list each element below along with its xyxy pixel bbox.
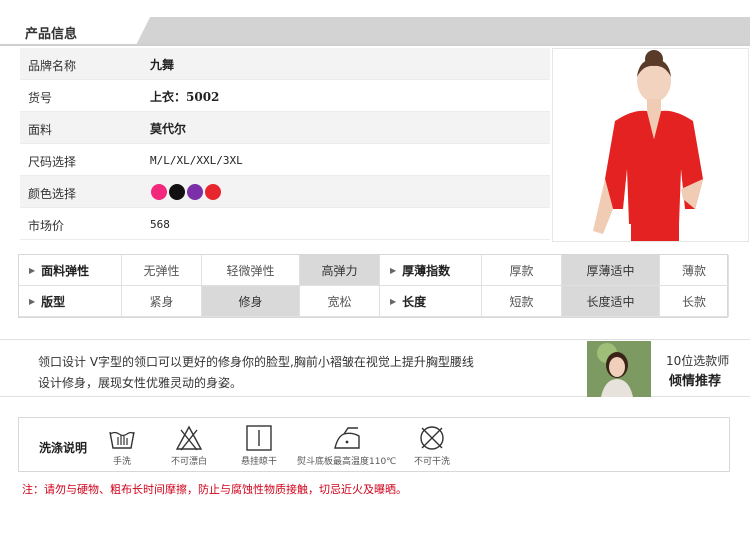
- attr-option-selected: 高弹力: [300, 255, 380, 286]
- care-text: 手洗: [112, 457, 131, 467]
- info-label: 尺码选择: [28, 155, 77, 169]
- stylist-recommend: 倾情推荐: [669, 374, 722, 389]
- stylist-photo: [587, 341, 651, 397]
- triangle-icon: ▶: [390, 265, 397, 275]
- info-label: 市场价: [28, 219, 65, 233]
- header-bar: [136, 17, 750, 45]
- care-warning: 注：请勿与硬物、粗布长时间摩擦，防止与腐蚀性物质接触，切忌近火及曝晒。: [22, 483, 407, 496]
- attr-head-label: 版型: [41, 294, 66, 309]
- care-instructions: 洗涤说明 手洗 不可漂白 悬挂晾干 熨斗底板最高温度110℃ 不可干洗: [18, 417, 730, 472]
- care-text: 不可漂白: [171, 457, 208, 467]
- stylist-count: 10位选款师: [666, 354, 730, 368]
- attr-option: 轻微弹性: [202, 255, 300, 286]
- color-swatch-red[interactable]: [205, 184, 221, 200]
- info-value: 莫代尔: [150, 122, 187, 136]
- no-bleach-icon: [175, 425, 203, 451]
- care-item-hang-dry: 悬挂晾干: [241, 424, 277, 467]
- attr-option-selected: 长度适中: [562, 286, 660, 317]
- info-value: 568: [150, 218, 170, 231]
- description-text: 领口设计 V字型的领口可以更好的修身你的脸型,胸前小褶皱在视觉上提升胸型腰线 设…: [38, 352, 508, 394]
- stylist-illustration: [587, 341, 651, 397]
- info-label: 品牌名称: [28, 59, 77, 73]
- care-text: 熨斗底板最高温度110℃: [297, 457, 397, 467]
- product-info-table: 品牌名称 九舞 货号 上衣：5002 面料 莫代尔 尺码选择 M/L/XL/XX…: [20, 48, 550, 240]
- model-illustration: [593, 50, 703, 241]
- attr-head-fit: ▶ 版型: [19, 286, 122, 317]
- info-row-size: 尺码选择 M/L/XL/XXL/3XL: [20, 144, 550, 176]
- info-value: M/L/XL/XXL/3XL: [150, 154, 243, 167]
- section-title: 产品信息: [25, 27, 78, 42]
- attr-option: 紧身: [122, 286, 202, 317]
- description-line: 领口设计 V字型的领口可以更好的修身你的脸型,胸前小褶皱在视觉上提升胸型腰线: [38, 355, 474, 369]
- care-item-hand-wash: 手洗: [107, 424, 137, 467]
- iron-icon: [333, 427, 360, 449]
- product-photo: [552, 48, 749, 242]
- info-label: 面料: [28, 123, 53, 137]
- no-dry-clean-icon: [420, 426, 444, 450]
- care-item-no-bleach: 不可漂白: [171, 424, 207, 467]
- care-label: 洗涤说明: [39, 441, 88, 455]
- hand-wash-icon: [109, 431, 135, 449]
- hang-dry-icon: [246, 425, 272, 451]
- info-value: 上衣：5002: [150, 90, 220, 104]
- color-swatch-rose[interactable]: [151, 184, 167, 200]
- color-swatches: [151, 184, 221, 200]
- info-row-fabric: 面料 莫代尔: [20, 112, 550, 144]
- attr-option: 短款: [482, 286, 562, 317]
- info-label: 颜色选择: [28, 187, 77, 201]
- care-text: 悬挂晾干: [241, 457, 278, 467]
- attr-option-selected: 修身: [202, 286, 300, 317]
- triangle-icon: ▶: [390, 296, 397, 306]
- attr-head-length: ▶ 长度: [380, 286, 482, 317]
- info-row-color: 颜色选择: [20, 176, 550, 208]
- care-item-no-dry-clean: 不可干洗: [414, 424, 450, 467]
- color-swatch-black[interactable]: [169, 184, 185, 200]
- attr-option: 薄款: [660, 255, 729, 286]
- section-header: 产品信息: [0, 17, 750, 46]
- triangle-icon: ▶: [29, 296, 36, 306]
- triangle-icon: ▶: [29, 265, 36, 275]
- attr-option: 厚款: [482, 255, 562, 286]
- care-item-iron: 熨斗底板最高温度110℃: [297, 424, 396, 467]
- attr-option: 长款: [660, 286, 729, 317]
- attr-option: 宽松: [300, 286, 380, 317]
- description-line: 设计修身，展现女性优雅灵动的身姿。: [38, 376, 243, 390]
- care-text: 不可干洗: [414, 457, 451, 467]
- info-row-brand: 品牌名称 九舞: [20, 48, 550, 80]
- design-description: 领口设计 V字型的领口可以更好的修身你的脸型,胸前小褶皱在视觉上提升胸型腰线 设…: [0, 339, 750, 397]
- color-swatch-purple[interactable]: [187, 184, 203, 200]
- attr-head-label: 长度: [402, 294, 427, 309]
- attr-option: 无弹性: [122, 255, 202, 286]
- attr-head-label: 面料弹性: [41, 263, 90, 278]
- attr-head-label: 厚薄指数: [402, 263, 451, 278]
- info-row-price: 市场价 568: [20, 208, 550, 240]
- attr-head-thickness: ▶ 厚薄指数: [380, 255, 482, 286]
- info-value: 九舞: [150, 58, 175, 72]
- attribute-grid: ▶ 面料弹性 无弹性 轻微弹性 高弹力 ▶ 厚薄指数 厚款 厚薄适中 薄款 ▶ 版型 …: [18, 254, 729, 318]
- header-rule: [0, 44, 750, 46]
- info-row-item-number: 货号 上衣：5002: [20, 80, 550, 112]
- info-label: 货号: [28, 91, 53, 105]
- attr-head-elasticity: ▶ 面料弹性: [19, 255, 122, 286]
- attr-option-selected: 厚薄适中: [562, 255, 660, 286]
